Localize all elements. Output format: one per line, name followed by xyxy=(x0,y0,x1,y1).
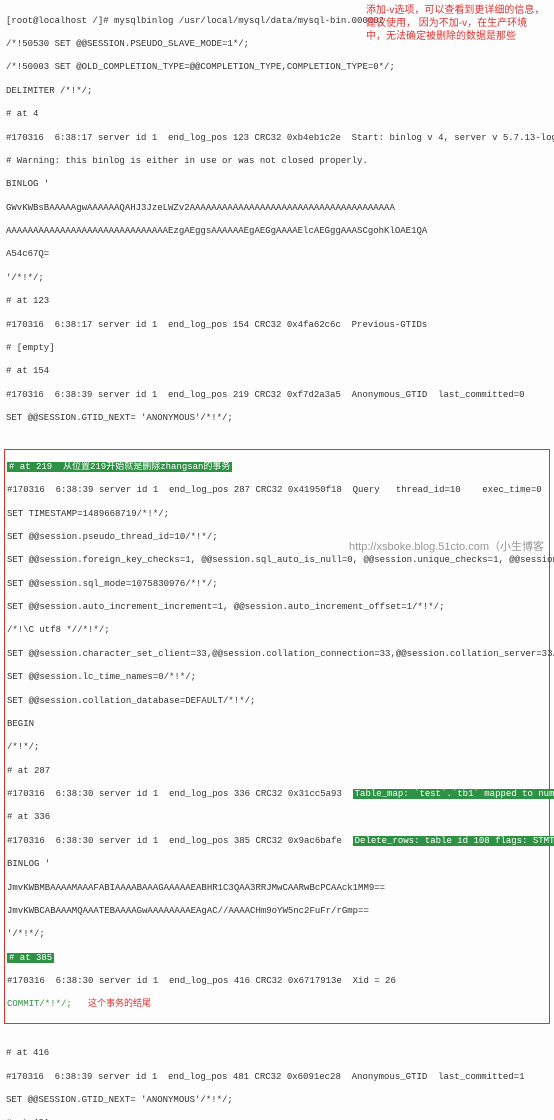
tablemap-highlight: Table_map: `test`.`tb1` mapped to number… xyxy=(353,789,554,799)
commit-note: 这个事务的结尾 xyxy=(88,999,151,1009)
out-line: /*!*/; xyxy=(7,742,547,754)
out-line: # at 287 xyxy=(7,766,547,778)
out-line: #170316 6:38:39 server id 1 end_log_pos … xyxy=(6,1072,548,1084)
commit-line: COMMIT/*!*/; xyxy=(7,999,72,1009)
out-line: # at 4 xyxy=(6,109,548,121)
out-line: '/*!*/; xyxy=(6,273,548,285)
out-line: SET @@session.auto_increment_increment=1… xyxy=(7,602,547,614)
out-line: A54c67Q= xyxy=(6,249,548,261)
terminal-output: [root@localhost /]# mysqlbinlog /usr/loc… xyxy=(0,0,554,1120)
watermark-text: http://xsboke.blog.51cto.com（小生博客 xyxy=(349,540,544,554)
out-line: BINLOG ' xyxy=(7,859,547,871)
out-line: # at 416 xyxy=(6,1048,548,1060)
out-line: SET @@session.character_set_client=33,@@… xyxy=(7,649,547,661)
out-line: # [empty] xyxy=(6,343,548,355)
out-line: JmvKWBCABAAAMQAAATEBAAAAGwAAAAAAAAEAgAC/… xyxy=(7,906,547,918)
out-line: # Warning: this binlog is either in use … xyxy=(6,156,548,168)
pos-385-highlight: # at 385 xyxy=(7,953,54,963)
out-line: SET @@session.sql_mode=1075830976/*!*/; xyxy=(7,579,547,591)
out-line: SET @@session.lc_time_names=0/*!*/; xyxy=(7,672,547,684)
out-line: #170316 6:38:39 server id 1 end_log_pos … xyxy=(7,485,547,497)
out-line: /*!\C utf8 *//*!*/; xyxy=(7,625,547,637)
out-line: #170316 6:38:30 server id 1 end_log_pos … xyxy=(7,976,547,988)
deleterows-highlight: Delete_rows: table id 108 flags: STMT_EN… xyxy=(353,836,554,846)
out-line: SET @@session.foreign_key_checks=1, @@se… xyxy=(7,555,547,567)
out-line: '/*!*/; xyxy=(7,929,547,941)
highlighted-transaction-block: # at 219 从位置219开始就是删除zhangsan的事务 #170316… xyxy=(4,449,550,1024)
out-line: #170316 6:38:30 server id 1 end_log_pos … xyxy=(7,836,353,846)
out-line: # at 336 xyxy=(7,812,547,824)
out-line: BEGIN xyxy=(7,719,547,731)
out-line: SET @@session.collation_database=DEFAULT… xyxy=(7,696,547,708)
annotation-top: 添加-v选项，可以查看到更详细的信息，建议使用， 因为不加-v，在生产环境中，无… xyxy=(366,4,546,43)
pos-219-highlight: # at 219 从位置219开始就是删除zhangsan的事务 xyxy=(7,462,232,472)
out-line: SET @@SESSION.GTID_NEXT= 'ANONYMOUS'/*!*… xyxy=(6,413,548,425)
out-line: #170316 6:38:39 server id 1 end_log_pos … xyxy=(6,390,548,402)
out-line: # at 481 xyxy=(6,1118,548,1120)
out-line: # at 154 xyxy=(6,366,548,378)
out-line: AAAAAAAAAAAAAAAAAAAAAAAAAAAAAAEzgAEggsAA… xyxy=(6,226,548,238)
out-line: JmvKWBMBAAAAMAAAFABIAAAABAAAGAAAAAEABHR1… xyxy=(7,883,547,895)
out-line: SET TIMESTAMP=1489668719/*!*/; xyxy=(7,509,547,521)
out-line: GWvKWBsBAAAAAgwAAAAAAQAHJ3JzeLWZv2AAAAAA… xyxy=(6,203,548,215)
out-line: DELIMITER /*!*/; xyxy=(6,86,548,98)
out-line: #170316 6:38:17 server id 1 end_log_pos … xyxy=(6,320,548,332)
out-line: SET @@SESSION.GTID_NEXT= 'ANONYMOUS'/*!*… xyxy=(6,1095,548,1107)
out-line: BINLOG ' xyxy=(6,179,548,191)
out-line: #170316 6:38:17 server id 1 end_log_pos … xyxy=(6,133,548,145)
out-line: # at 123 xyxy=(6,296,548,308)
out-line: /*!50003 SET @OLD_COMPLETION_TYPE=@@COMP… xyxy=(6,62,548,74)
out-line: #170316 6:38:30 server id 1 end_log_pos … xyxy=(7,789,353,799)
